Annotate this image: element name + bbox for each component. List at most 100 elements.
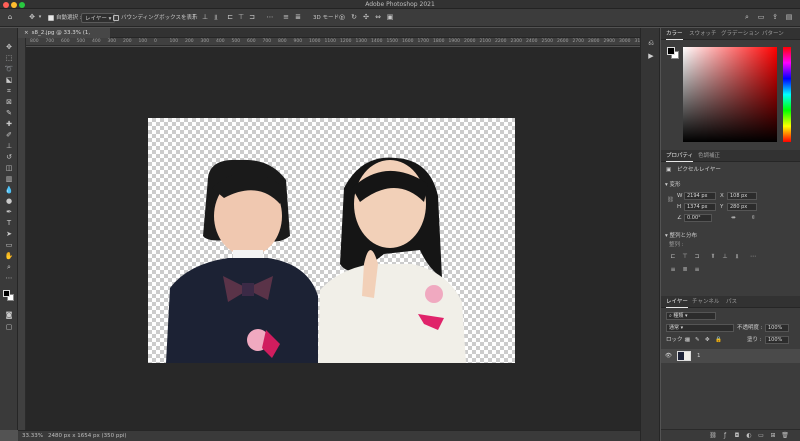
tab-layers[interactable]: レイヤー — [666, 296, 688, 308]
drag-3d-icon[interactable]: ✣ — [362, 13, 370, 22]
lasso-tool-icon[interactable]: ➰ — [3, 64, 15, 74]
eye-icon[interactable]: 👁 — [665, 352, 672, 360]
lock-all-icon[interactable]: 🔒 — [715, 336, 722, 344]
window-layout-icon[interactable]: ▤ — [785, 13, 793, 22]
roll-3d-icon[interactable]: ↻ — [350, 13, 358, 22]
link-icon[interactable]: ⛓ — [667, 196, 674, 204]
tab-swatches[interactable]: スウォッチ — [689, 28, 717, 40]
quick-mask-icon[interactable]: ◙ — [3, 310, 15, 320]
width-field[interactable]: 2194 px — [684, 192, 716, 200]
marquee-tool-icon[interactable]: ⬚ — [3, 53, 15, 63]
align-vertical-centers-icon[interactable]: ⊥ — [721, 253, 729, 261]
document-image[interactable] — [148, 118, 515, 363]
auto-select-checkbox[interactable]: 自動選択 : — [48, 13, 82, 23]
frame-tool-icon[interactable]: ⊠ — [3, 97, 15, 107]
transform-section-header[interactable]: ▾ 変形 — [665, 181, 681, 189]
more-options-icon[interactable]: ⋯ — [266, 13, 274, 22]
color-foreground-swatch[interactable] — [667, 47, 675, 55]
layer-row[interactable]: 👁 1 — [661, 349, 800, 363]
zoom-tool-icon[interactable]: ⌕ — [3, 262, 15, 272]
tab-color[interactable]: カラー — [666, 28, 683, 40]
healing-brush-tool-icon[interactable]: ✚ — [3, 119, 15, 129]
lock-position-icon[interactable]: ✥ — [705, 336, 710, 344]
new-layer-icon[interactable]: ⊞ — [769, 432, 777, 440]
actions-panel-icon[interactable]: ▶ — [646, 51, 656, 61]
gradient-tool-icon[interactable]: ▥ — [3, 174, 15, 184]
blend-mode-dropdown[interactable]: 通常 ▾ — [666, 324, 734, 332]
y-field[interactable]: 280 px — [727, 203, 757, 211]
layer-filter-dropdown[interactable]: ⌕ 種類 ▾ — [666, 312, 716, 320]
color-picker-field[interactable] — [683, 47, 777, 142]
align-hcenter-icon[interactable]: ⊤ — [237, 13, 245, 22]
screen-mode-icon[interactable]: ▢ — [3, 322, 15, 332]
hue-slider[interactable] — [783, 47, 791, 142]
workspace-icon[interactable]: ▭ — [757, 13, 765, 22]
angle-field[interactable]: 0.00° — [684, 214, 712, 222]
align-section-header[interactable]: ▾ 整列と分布 — [665, 232, 697, 240]
rectangle-tool-icon[interactable]: ▭ — [3, 240, 15, 250]
dodge-tool-icon[interactable]: ● — [3, 196, 15, 206]
lock-pixels-icon[interactable]: ▦ — [685, 336, 690, 344]
eraser-tool-icon[interactable]: ◫ — [3, 163, 15, 173]
new-group-icon[interactable]: ▭ — [757, 432, 765, 440]
foreground-color-swatch[interactable] — [3, 290, 10, 297]
home-icon[interactable]: ⌂ — [6, 13, 14, 22]
history-panel-icon[interactable]: ⎌ — [646, 38, 656, 48]
tab-paths[interactable]: パス — [726, 296, 737, 308]
share-icon[interactable]: ⇪ — [771, 13, 779, 22]
crop-tool-icon[interactable]: ⌗ — [3, 86, 15, 96]
horizontal-ruler[interactable]: 800 700 600 500 400 300 200 100 0 100 200 300 400 500… — [26, 38, 640, 46]
distribute-vcenter-icon[interactable]: ≣ — [294, 13, 302, 22]
vertical-ruler[interactable] — [18, 38, 26, 430]
distribute-top-icon[interactable]: ≡ — [282, 13, 290, 22]
orbit-3d-icon[interactable]: ◎ — [338, 13, 346, 22]
chevron-down-icon[interactable]: ▾ — [36, 13, 44, 22]
tab-gradients[interactable]: グラデーション — [721, 28, 759, 40]
tab-adjustments[interactable]: 色調補正 — [698, 150, 720, 162]
move-tool-icon[interactable]: ✥ — [3, 42, 15, 52]
object-select-tool-icon[interactable]: ⬕ — [3, 75, 15, 85]
layer-name[interactable]: 1 — [697, 352, 701, 360]
pen-tool-icon[interactable]: ✒ — [3, 207, 15, 217]
auto-select-target-dropdown[interactable]: レイヤー ▾ — [81, 13, 116, 23]
trash-icon[interactable]: 🗑 — [781, 432, 789, 440]
tab-channels[interactable]: チャンネル — [692, 296, 719, 308]
document-tab[interactable]: ×s8_2.jpg @ 33.3% (1, RGB/8) * — [18, 28, 110, 46]
flip-horizontal-icon[interactable]: ⇹ — [731, 214, 736, 222]
align-left-icon[interactable]: ⊏ — [226, 13, 234, 22]
align-bottom-icon[interactable]: ⫫ — [212, 13, 220, 22]
move-tool-icon[interactable]: ✥ — [28, 13, 36, 22]
distribute-left-icon[interactable]: ≡ — [669, 266, 677, 274]
eyedropper-tool-icon[interactable]: ✎ — [3, 108, 15, 118]
layer-style-icon[interactable]: ƒ — [721, 432, 729, 440]
align-bottom-edges-icon[interactable]: ⫫ — [733, 253, 741, 261]
flip-vertical-icon[interactable]: ⇳ — [751, 214, 756, 222]
align-vcenter-icon[interactable]: ⊥ — [201, 13, 209, 22]
scale-3d-icon[interactable]: ▣ — [386, 13, 394, 22]
x-field[interactable]: 108 px — [727, 192, 757, 200]
zoom-level[interactable]: 33.33% — [22, 431, 43, 441]
height-field[interactable]: 1374 px — [684, 203, 716, 211]
align-left-edges-icon[interactable]: ⊏ — [669, 253, 677, 261]
path-select-tool-icon[interactable]: ➤ — [3, 229, 15, 239]
hand-tool-icon[interactable]: ✋ — [3, 251, 15, 261]
brush-tool-icon[interactable]: ✐ — [3, 130, 15, 140]
history-brush-tool-icon[interactable]: ↺ — [3, 152, 15, 162]
align-top-icon[interactable]: ⫪ — [190, 13, 198, 22]
distribute-right-icon[interactable]: ≡ — [693, 266, 701, 274]
tab-properties[interactable]: プロパティ — [666, 150, 694, 162]
opacity-field[interactable]: 100% — [765, 324, 789, 332]
more-tools-icon[interactable]: ⋯ — [3, 273, 15, 283]
fill-field[interactable]: 100% — [765, 336, 789, 344]
blur-tool-icon[interactable]: 💧 — [3, 185, 15, 195]
close-icon[interactable]: × — [24, 30, 29, 36]
lock-image-icon[interactable]: ✎ — [695, 336, 700, 344]
align-top-edges-icon[interactable]: ⫪ — [709, 253, 717, 261]
tab-patterns[interactable]: パターン — [762, 28, 784, 40]
add-mask-icon[interactable]: ◘ — [733, 432, 741, 440]
document-info[interactable]: 2480 px x 1654 px (350 ppi) — [48, 431, 127, 441]
canvas-area[interactable] — [26, 47, 640, 430]
align-right-icon[interactable]: ⊐ — [248, 13, 256, 22]
clone-stamp-tool-icon[interactable]: ⊥ — [3, 141, 15, 151]
align-horizontal-centers-icon[interactable]: ⊤ — [681, 253, 689, 261]
